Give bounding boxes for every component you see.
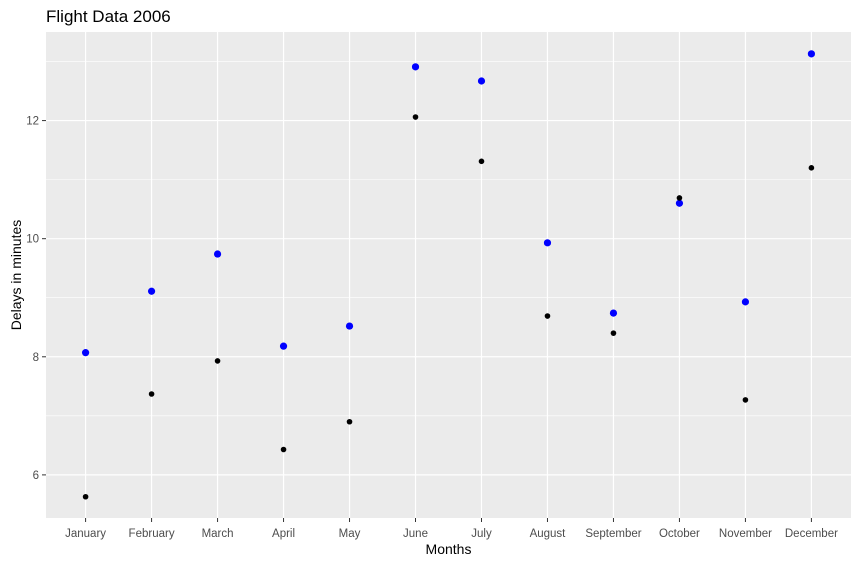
series-blue-point-january — [81, 349, 90, 357]
y-tick-label: 6 — [33, 470, 39, 482]
series-black-point-october — [676, 195, 683, 201]
series-blue-point-june — [411, 63, 420, 71]
series-black-point-april — [280, 446, 287, 453]
series-blue-point-april — [279, 342, 288, 350]
x-axis: January February March April May June July Augu… — [65, 518, 838, 540]
series-black-point-december — [808, 165, 815, 171]
x-tick-label: August — [530, 528, 567, 540]
scatter-chart: 681012 January February March April May June J… — [8, 7, 851, 557]
x-tick-label: December — [785, 528, 838, 540]
series-blue-point-july — [477, 77, 486, 85]
series-black-point-november — [742, 397, 749, 403]
y-tick-label: 10 — [26, 234, 39, 246]
series-black-point-july — [478, 158, 485, 165]
series-blue-point-may — [345, 322, 354, 330]
series-blue-point-august — [543, 239, 552, 247]
x-tick-label: October — [659, 528, 700, 540]
x-tick-label: June — [403, 528, 428, 540]
x-tick-label: September — [585, 528, 641, 540]
series-blue-point-february — [147, 287, 156, 295]
series-blue-point-december — [807, 50, 816, 58]
x-axis-title: Months — [426, 541, 472, 557]
x-tick-label: January — [65, 528, 106, 540]
plot-panel — [46, 32, 851, 518]
y-tick-label: 8 — [33, 352, 39, 364]
x-tick-label: March — [202, 528, 234, 540]
series-black-point-june — [412, 114, 419, 120]
x-tick-label: May — [339, 528, 361, 540]
series-blue-point-september — [609, 309, 618, 317]
y-tick-label: 12 — [26, 116, 39, 128]
x-tick-label: November — [719, 528, 772, 540]
x-tick-label: February — [129, 528, 175, 540]
series-black-point-january — [82, 493, 89, 500]
series-black-point-march — [214, 358, 221, 364]
series-black-point-august — [544, 313, 551, 319]
series-black-point-may — [346, 418, 353, 425]
chart-title: Flight Data 2006 — [46, 7, 171, 26]
x-tick-label: July — [471, 528, 492, 540]
series-blue-point-march — [213, 250, 222, 258]
y-axis: 6 8 10 12 — [26, 116, 46, 482]
x-tick-label: April — [272, 528, 295, 540]
y-axis-title: Delays in minutes — [8, 220, 24, 331]
series-black-point-february — [148, 391, 155, 397]
series-blue-point-november — [741, 298, 750, 306]
series-black-point-september — [610, 330, 617, 336]
